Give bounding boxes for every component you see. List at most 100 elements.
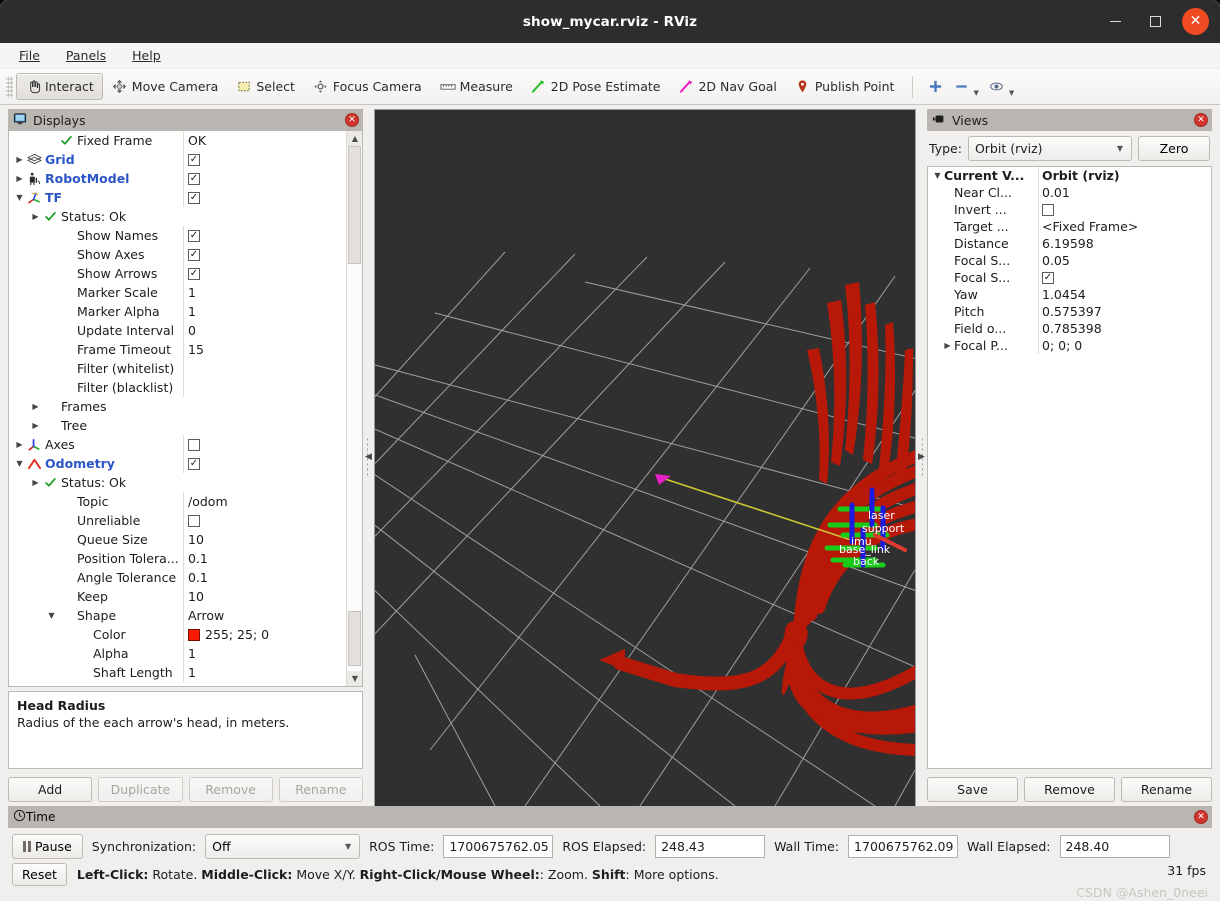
display-row-position-tolera[interactable]: Position Tolera... 0.1	[9, 549, 346, 568]
checkbox-checked[interactable]: ✓	[188, 267, 200, 280]
expander-closed-icon[interactable]: ▶	[29, 476, 42, 489]
toolbar-drag-grip[interactable]	[6, 75, 13, 98]
scrollbar-thumb[interactable]	[348, 611, 361, 666]
display-row-value[interactable]: 0.1	[183, 568, 346, 587]
remove-display-button[interactable]: Remove	[188, 777, 273, 802]
view-row-value[interactable]: <Fixed Frame>	[1038, 218, 1211, 235]
display-row-color[interactable]: Color 255; 25; 0	[9, 625, 346, 644]
menu-help[interactable]: Help	[130, 46, 163, 65]
left-splitter[interactable]: ◀	[363, 105, 374, 808]
display-row-value[interactable]: ✓	[183, 454, 346, 473]
tool-move-camera[interactable]: Move Camera	[103, 73, 228, 100]
ros-elapsed-input[interactable]: 248.43	[655, 835, 766, 858]
synchronization-combo[interactable]: Off ▼	[205, 834, 361, 859]
view-row-field-o[interactable]: Field o... 0.785398	[928, 320, 1211, 337]
expander-closed-icon[interactable]: ▶	[13, 172, 26, 185]
display-row-show-arrows[interactable]: Show Arrows ✓	[9, 264, 346, 283]
expander-closed-icon[interactable]: ▶	[29, 419, 42, 432]
display-row-frame-timeout[interactable]: Frame Timeout 15	[9, 340, 346, 359]
display-row-value[interactable]: ✓	[183, 188, 346, 207]
display-row-odometry[interactable]: ▼ Odometry ✓	[9, 454, 346, 473]
display-row-show-names[interactable]: Show Names ✓	[9, 226, 346, 245]
display-row-robotmodel[interactable]: ▶ RobotModel ✓	[9, 169, 346, 188]
rename-display-button[interactable]: Rename	[278, 777, 363, 802]
display-row-grid[interactable]: ▶ Grid ✓	[9, 150, 346, 169]
display-row-fixed-frame[interactable]: Fixed Frame OK	[9, 131, 346, 150]
display-row-frames[interactable]: ▶ Frames	[9, 397, 346, 416]
scroll-up-icon[interactable]: ▲	[347, 131, 362, 146]
display-row-angle-tolerance[interactable]: Angle Tolerance 0.1	[9, 568, 346, 587]
display-row-marker-scale[interactable]: Marker Scale 1	[9, 283, 346, 302]
display-row-value[interactable]	[183, 378, 346, 397]
display-row-axes[interactable]: ▶ Axes	[9, 435, 346, 454]
display-row-value[interactable]: ✓	[183, 226, 346, 245]
tool-interact[interactable]: Interact	[16, 73, 103, 100]
view-type-combo[interactable]: Orbit (rviz) ▼	[967, 136, 1132, 161]
checkbox-checked[interactable]: ✓	[188, 248, 200, 261]
views-properties-tree[interactable]: ▼ Current V... Orbit (rviz) Near Cl... 0.01 I…	[927, 166, 1212, 769]
display-row-value[interactable]: 1	[183, 283, 346, 302]
display-row-status-ok[interactable]: ▶ Status: Ok	[9, 207, 346, 226]
view-row-value[interactable]: Orbit (rviz)	[1038, 167, 1211, 184]
checkbox-checked[interactable]: ✓	[1042, 271, 1054, 284]
expander-open-icon[interactable]: ▼	[931, 169, 944, 182]
display-row-filter-blacklist[interactable]: Filter (blacklist)	[9, 378, 346, 397]
scroll-down-icon[interactable]: ▼	[347, 671, 362, 686]
zero-button[interactable]: Zero	[1138, 136, 1210, 161]
tool-measure[interactable]: Measure	[431, 73, 522, 100]
ros-time-input[interactable]: 1700675762.05	[443, 835, 554, 858]
scrollbar-thumb-top[interactable]	[348, 146, 361, 264]
display-row-marker-alpha[interactable]: Marker Alpha 1	[9, 302, 346, 321]
views-close-icon[interactable]: ✕	[1194, 113, 1208, 127]
display-row-topic[interactable]: Topic/odom	[9, 492, 346, 511]
view-row-value[interactable]: 0.785398	[1038, 320, 1211, 337]
view-row-near-cl[interactable]: Near Cl... 0.01	[928, 184, 1211, 201]
display-row-queue-size[interactable]: Queue Size 10	[9, 530, 346, 549]
view-row-current-v[interactable]: ▼ Current V... Orbit (rviz)	[928, 167, 1211, 184]
expander-open-icon[interactable]: ▼	[13, 191, 26, 204]
display-row-show-axes[interactable]: Show Axes ✓	[9, 245, 346, 264]
tool-2d-pose-estimate[interactable]: 2D Pose Estimate	[522, 73, 670, 100]
view-row-pitch[interactable]: Pitch 0.575397	[928, 303, 1211, 320]
checkbox-checked[interactable]: ✓	[188, 457, 200, 470]
menu-panels[interactable]: Panels	[64, 46, 108, 65]
wall-time-input[interactable]: 1700675762.09	[848, 835, 959, 858]
displays-tree[interactable]: Fixed Frame OK ▶ Grid ✓ ▶ RobotModel ✓ ▼ TF ✓ ▶ Stat…	[8, 131, 363, 687]
display-row-shape[interactable]: ▼ Shape Arrow	[9, 606, 346, 625]
3d-render-view[interactable]: laser support imu base_link back	[374, 109, 916, 808]
display-row-value[interactable]: 15	[183, 340, 346, 359]
display-row-keep[interactable]: Keep 10	[9, 587, 346, 606]
display-row-value[interactable]: ✓	[183, 245, 346, 264]
minimize-button[interactable]	[1102, 8, 1129, 35]
view-row-value[interactable]: 0.575397	[1038, 303, 1211, 320]
add-display-button[interactable]: Add	[8, 777, 93, 802]
display-row-value[interactable]: 255; 25; 0	[183, 625, 346, 644]
close-button[interactable]: ✕	[1182, 8, 1209, 35]
display-row-tree[interactable]: ▶ Tree	[9, 416, 346, 435]
pause-button[interactable]: Pause	[12, 834, 83, 859]
display-row-filter-whitelist[interactable]: Filter (whitelist)	[9, 359, 346, 378]
view-row-yaw[interactable]: Yaw 1.0454	[928, 286, 1211, 303]
tool-select[interactable]: Select	[227, 73, 304, 100]
color-swatch[interactable]	[188, 628, 200, 641]
reset-button[interactable]: Reset	[12, 863, 67, 886]
expander-closed-icon[interactable]: ▶	[29, 210, 42, 223]
expander-closed-icon[interactable]: ▶	[941, 339, 954, 352]
tool-2d-nav-goal[interactable]: 2D Nav Goal	[669, 73, 785, 100]
duplicate-display-button[interactable]: Duplicate	[98, 777, 183, 802]
display-row-value[interactable]: 0.1	[183, 549, 346, 568]
time-close-icon[interactable]: ✕	[1194, 810, 1208, 824]
display-row-value[interactable]: Arrow	[183, 606, 346, 625]
display-row-tf[interactable]: ▼ TF ✓	[9, 188, 346, 207]
checkbox-checked[interactable]: ✓	[188, 229, 200, 242]
displays-close-icon[interactable]: ✕	[345, 113, 359, 127]
save-view-button[interactable]: Save	[927, 777, 1018, 802]
display-row-alpha[interactable]: Alpha 1	[9, 644, 346, 663]
checkbox-checked[interactable]: ✓	[188, 172, 200, 185]
view-row-focal-s[interactable]: Focal S... 0.05	[928, 252, 1211, 269]
expander-closed-icon[interactable]: ▶	[29, 400, 42, 413]
display-row-value[interactable]: /odom	[183, 492, 346, 511]
tool-focus-camera[interactable]: Focus Camera	[304, 73, 431, 100]
view-row-value[interactable]: 0.01	[1038, 184, 1211, 201]
display-row-value[interactable]: 10	[183, 530, 346, 549]
